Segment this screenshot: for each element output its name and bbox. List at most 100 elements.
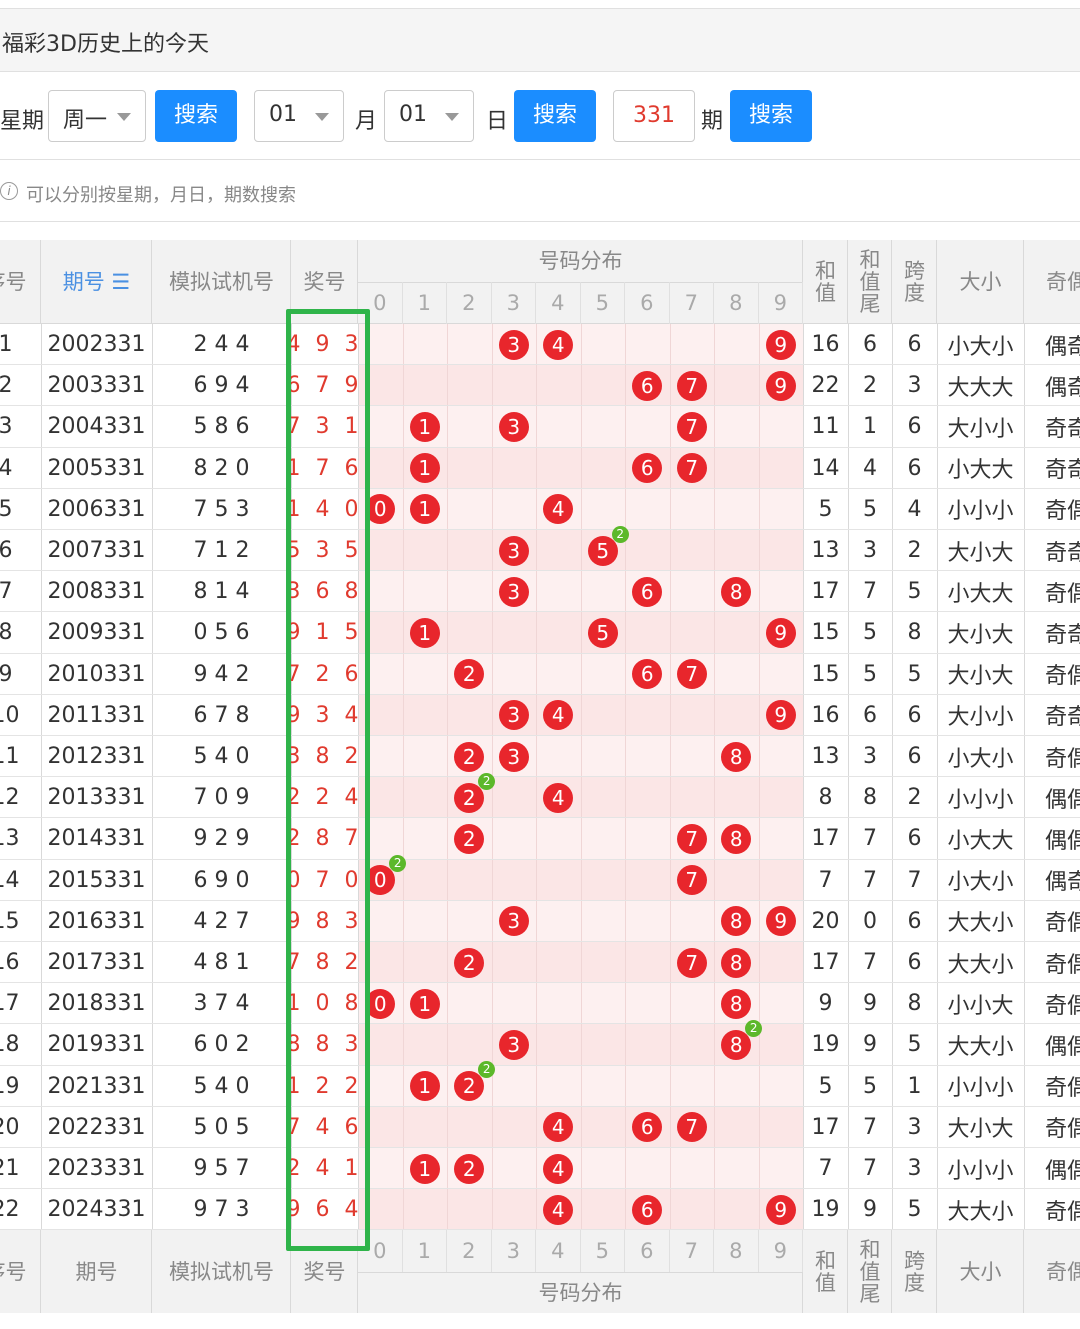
- header-sim: 模拟试机号: [169, 1259, 274, 1284]
- row-size: 大小大: [947, 1117, 1014, 1143]
- digit-column-header: 9: [759, 1230, 803, 1272]
- row-size: 大大小: [947, 1199, 1014, 1225]
- header-prize: 奖号: [303, 269, 346, 294]
- row-span: 7: [907, 867, 922, 893]
- page-title: 福彩3D历史上的今天: [2, 32, 209, 57]
- row-sum: 19: [811, 1197, 840, 1223]
- row-prize-number: 1 4 0: [286, 496, 363, 522]
- row-span: 3: [907, 1114, 922, 1140]
- row-sum: 5: [818, 1073, 833, 1099]
- row-index: 15: [0, 908, 20, 934]
- row-odd-even: 奇偶: [1044, 993, 1080, 1019]
- digit-column-header: 1: [403, 282, 447, 324]
- row-size: 大小大: [947, 664, 1014, 690]
- weekday-select[interactable]: 周一: [48, 90, 146, 142]
- number-ball: 6: [632, 1194, 663, 1225]
- header-sum_tail: 和 值 尾: [859, 1237, 881, 1307]
- header-index: 序号: [0, 1259, 27, 1284]
- info-icon: i: [0, 182, 18, 200]
- row-span: 6: [907, 702, 922, 728]
- row-size: 大大大: [947, 375, 1014, 401]
- header-odd_even: 奇偶: [1046, 1259, 1080, 1284]
- row-sum-tail: 6: [863, 702, 877, 728]
- number-ball: 3: [498, 329, 529, 360]
- date-search-button[interactable]: 搜索: [514, 90, 596, 142]
- row-issue: 2011331: [47, 702, 146, 728]
- digit-column-header: 8: [714, 282, 759, 324]
- row-span: 2: [907, 785, 922, 811]
- row-sim-number: 6 9 4: [193, 373, 250, 399]
- title-bar: 福彩3D历史上的今天: [0, 8, 1080, 72]
- day-select[interactable]: 01: [384, 90, 474, 142]
- row-index: 19: [0, 1073, 20, 1099]
- header-sum: 和 值: [815, 1248, 836, 1295]
- number-ball: 3: [498, 700, 529, 731]
- row-prize-number: 9 3 4: [286, 702, 363, 728]
- row-sum: 16: [811, 702, 840, 728]
- row-sum-tail: 3: [863, 744, 877, 770]
- row-sum: 5: [818, 496, 833, 522]
- row-odd-even: 奇偶: [1044, 746, 1080, 772]
- row-prize-number: 7 4 6: [286, 1114, 363, 1140]
- header-issue: 期号 ☰: [62, 269, 131, 294]
- digit-column-header: 1: [403, 1230, 447, 1272]
- digit-column-header: 0: [358, 282, 403, 324]
- row-prize-number: 0 7 0: [286, 867, 363, 893]
- history-table: 序号期号 ☰模拟试机号奖号和 值和 值 尾跨 度大小奇偶号码分布01234567…: [0, 240, 1080, 1313]
- digit-column-header: 9: [759, 282, 803, 324]
- row-prize-number: 9 8 3: [286, 908, 363, 934]
- number-ball: 3: [498, 906, 529, 937]
- row-issue: 2012331: [47, 744, 146, 770]
- row-index: 21: [0, 1156, 20, 1182]
- number-ball: 7: [676, 824, 707, 854]
- row-sum-tail: 8: [863, 785, 877, 811]
- row-odd-even: 奇偶: [1044, 1076, 1080, 1102]
- number-ball: 9: [765, 329, 796, 360]
- issue-search-button[interactable]: 搜索: [730, 90, 812, 142]
- weekday-search-button[interactable]: 搜索: [155, 90, 237, 142]
- row-prize-number: 2 2 4: [286, 785, 363, 811]
- row-span: 3: [907, 373, 922, 399]
- digit-column-header: 7: [670, 1230, 714, 1272]
- row-sim-number: 6 0 2: [193, 1032, 250, 1058]
- row-sum: 17: [811, 950, 840, 976]
- row-prize-number: 7 8 2: [286, 950, 363, 976]
- row-sim-number: 4 8 1: [193, 950, 250, 976]
- row-issue: 2003331: [47, 373, 146, 399]
- tip-text: 可以分别按星期，月日，期数搜索: [26, 185, 296, 206]
- number-ball: 7: [676, 1112, 707, 1143]
- row-index: 4: [0, 455, 13, 481]
- number-ball: 4: [543, 1153, 574, 1184]
- month-select[interactable]: 01: [254, 90, 344, 142]
- header-size: 大小: [959, 269, 1002, 294]
- row-prize-number: 2 8 7: [286, 826, 363, 852]
- number-ball: 1: [409, 988, 440, 1019]
- row-sim-number: 5 0 5: [193, 1114, 250, 1140]
- row-sum-tail: 5: [863, 496, 877, 522]
- header-size: 大小: [959, 1259, 1002, 1284]
- number-ball: 1: [409, 412, 440, 442]
- row-index: 6: [0, 538, 13, 564]
- row-span: 4: [907, 496, 922, 522]
- header-span: 跨 度: [904, 1248, 925, 1295]
- header-index: 序号: [0, 269, 27, 294]
- row-sum-tail: 7: [863, 579, 877, 605]
- row-index: 8: [0, 620, 13, 646]
- digit-column-header: 6: [625, 1230, 670, 1272]
- row-size: 小小小: [947, 787, 1014, 813]
- row-issue: 2017331: [47, 950, 146, 976]
- row-index: 5: [0, 496, 13, 522]
- number-ball: 1: [409, 453, 440, 484]
- row-issue: 2006331: [47, 496, 146, 522]
- row-size: 大小大: [947, 540, 1014, 566]
- row-span: 5: [907, 1197, 922, 1223]
- row-sum-tail: 3: [863, 538, 877, 564]
- weekday-value: 周一: [63, 108, 108, 133]
- row-sum-tail: 1: [863, 414, 877, 440]
- row-span: 6: [907, 950, 922, 976]
- number-ball: 8: [721, 576, 752, 607]
- row-odd-even: 偶偶: [1044, 1158, 1080, 1184]
- issue-input[interactable]: 331: [613, 90, 695, 142]
- row-odd-even: 偶奇: [1044, 375, 1080, 401]
- row-span: 5: [907, 661, 922, 687]
